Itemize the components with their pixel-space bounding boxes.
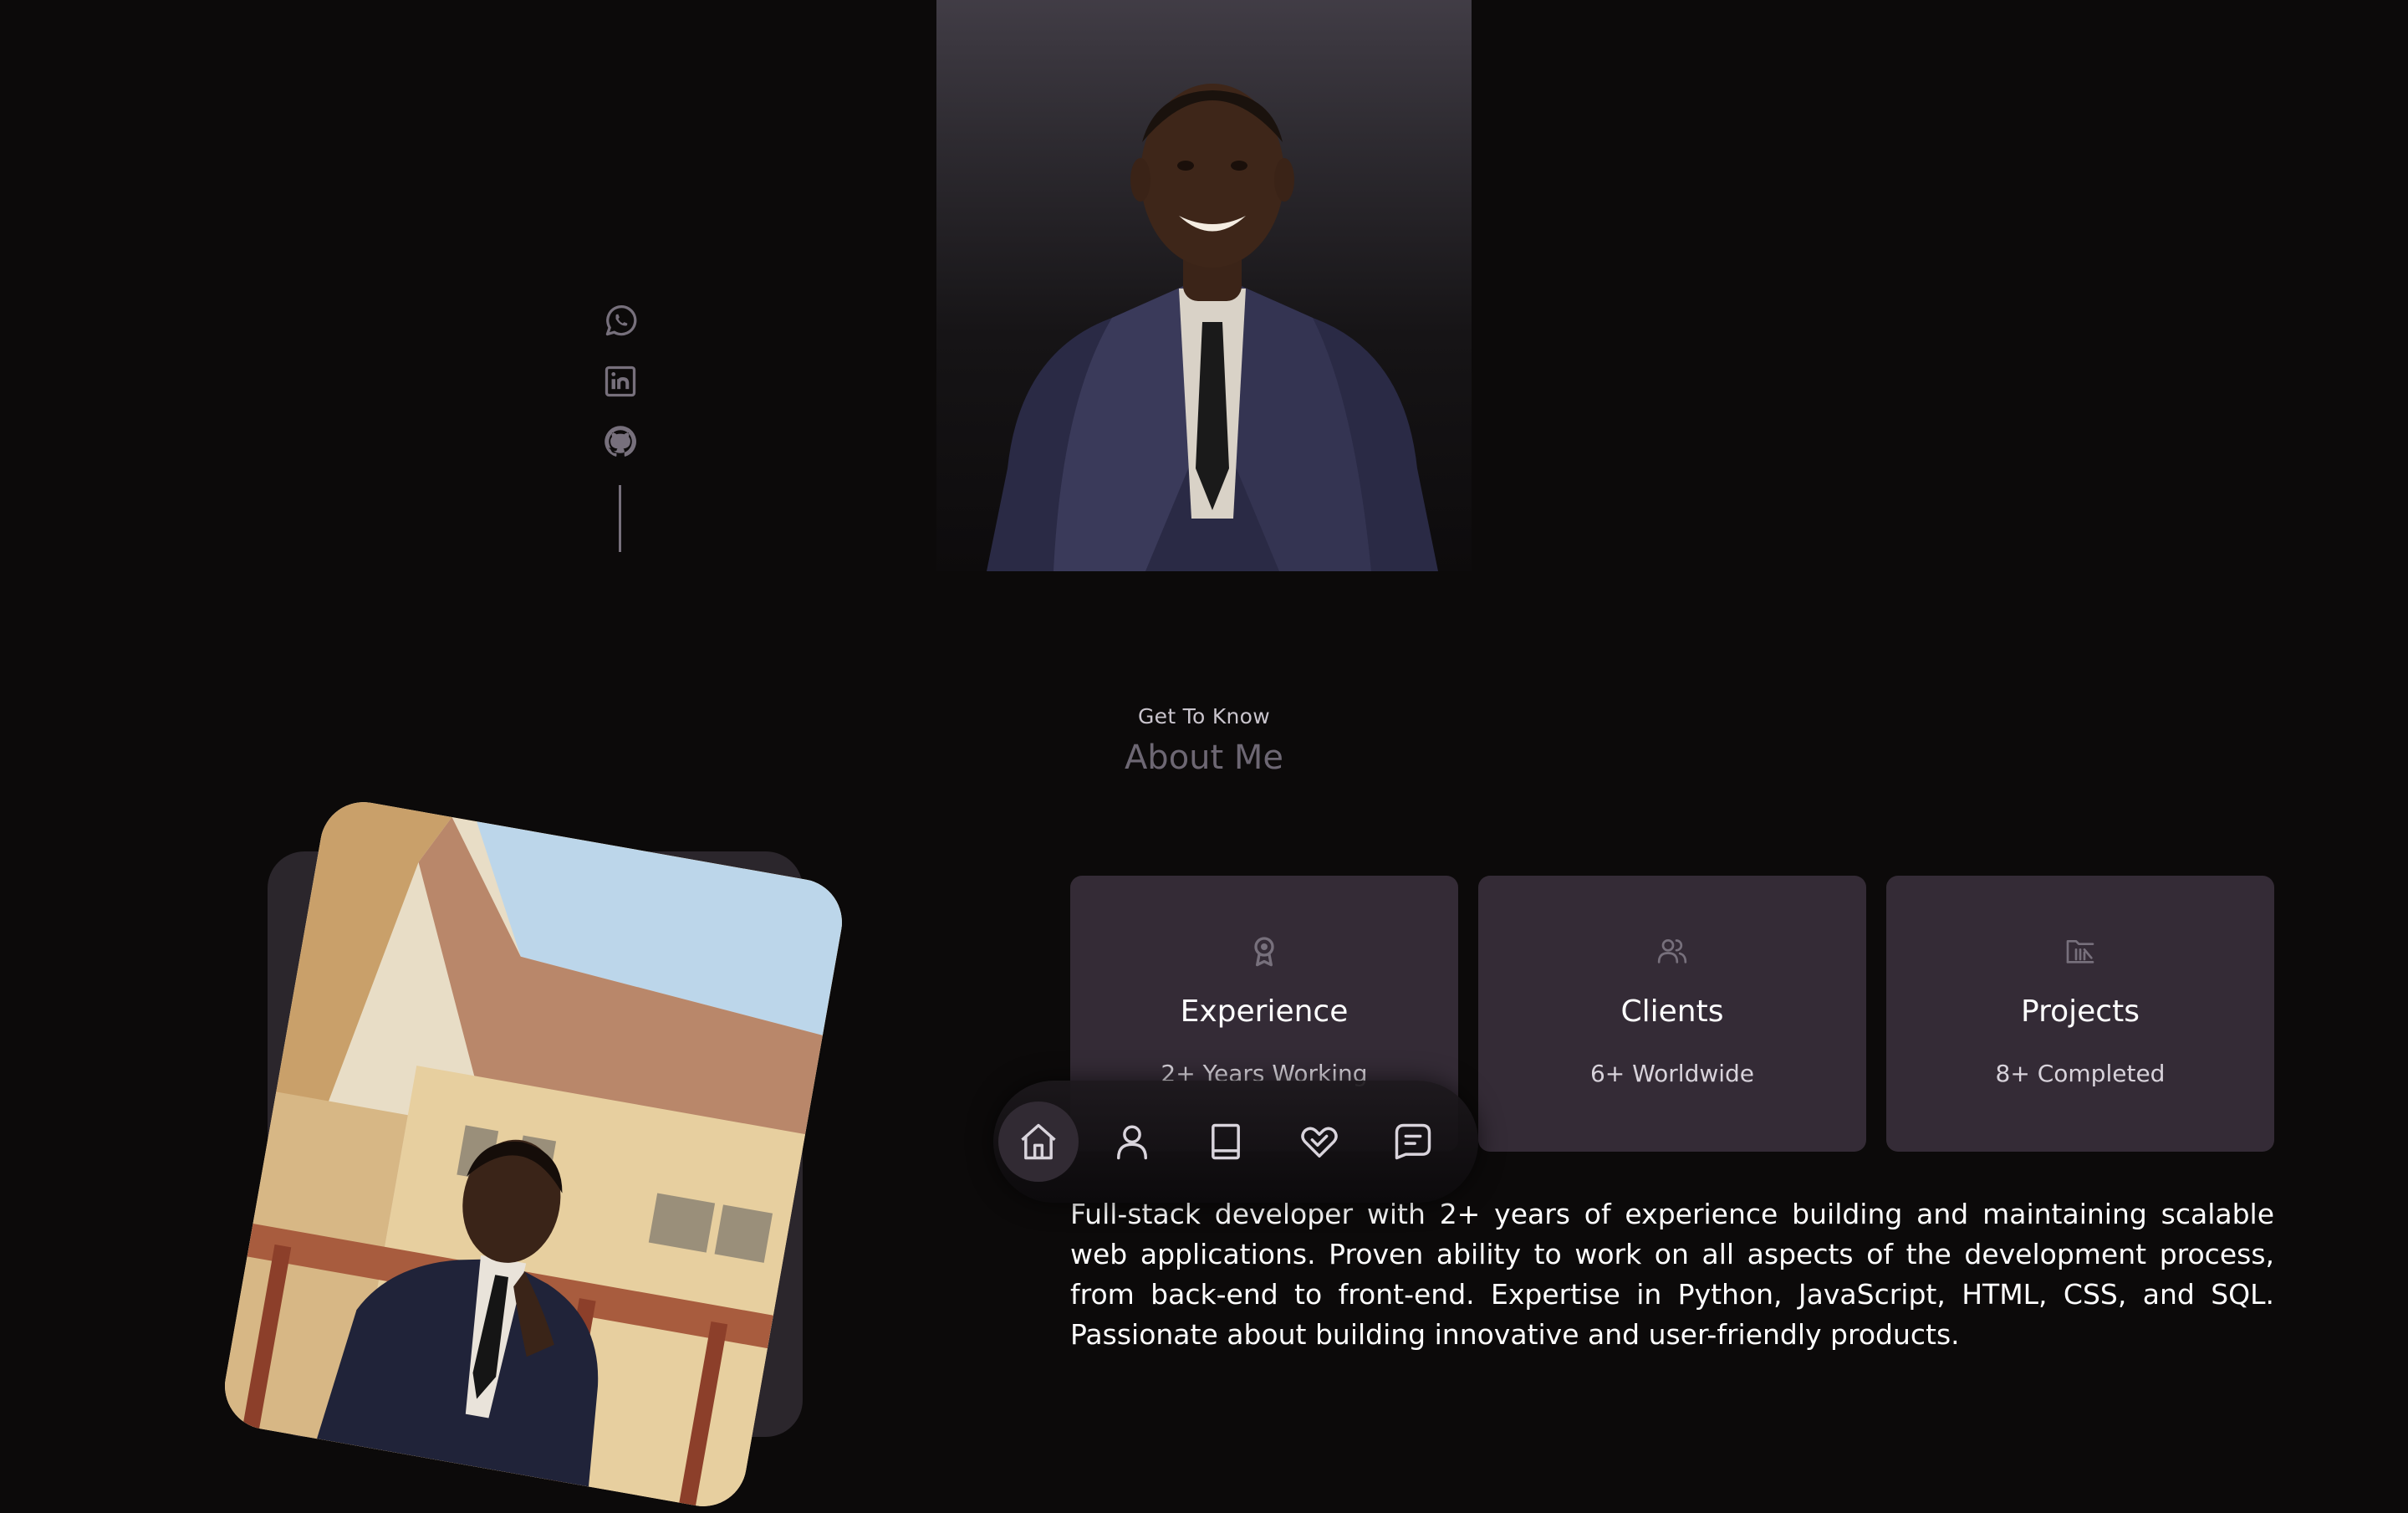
folder-icon — [2064, 934, 2097, 968]
card-title: Clients — [1620, 994, 1724, 1029]
book-icon — [1212, 1123, 1240, 1160]
user-icon — [1117, 1125, 1147, 1160]
section-title: About Me — [1124, 739, 1284, 777]
projects-card: Projects 8+ Completed — [1886, 876, 2274, 1152]
social-links — [602, 303, 642, 552]
github-icon — [605, 426, 636, 457]
nav-home-button[interactable] — [998, 1102, 1079, 1182]
nav-experience-button[interactable] — [1186, 1102, 1266, 1182]
about-photo — [217, 795, 849, 1513]
about-bio: Full-stack developer with 2+ years of ex… — [1070, 1198, 2274, 1351]
card-subtitle: 6+ Worldwide — [1589, 1060, 1755, 1087]
github-link[interactable] — [602, 423, 639, 460]
whatsapp-link[interactable] — [602, 303, 639, 340]
nav-about-button[interactable] — [1092, 1102, 1172, 1182]
hero-portrait-image — [987, 84, 1438, 571]
message-icon — [1395, 1123, 1431, 1160]
section-kicker: Get To Know — [1137, 704, 1271, 728]
hero-portrait-frame — [936, 0, 1472, 571]
home-icon — [1021, 1123, 1056, 1160]
card-title: Experience — [1180, 994, 1349, 1029]
nav-contact-button[interactable] — [1373, 1102, 1453, 1182]
clients-card: Clients 6+ Worldwide — [1478, 876, 1866, 1152]
users-icon — [1656, 934, 1689, 968]
card-title: Projects — [2021, 994, 2140, 1029]
nav-services-button[interactable] — [1279, 1102, 1360, 1182]
social-divider-line — [619, 485, 621, 552]
award-icon — [1247, 934, 1281, 968]
floating-nav — [993, 1081, 1478, 1203]
whatsapp-icon — [605, 305, 637, 336]
about-photo-image — [217, 795, 849, 1513]
linkedin-icon — [605, 365, 636, 397]
services-icon — [1301, 1127, 1338, 1158]
card-subtitle: 8+ Completed — [1995, 1060, 2166, 1087]
linkedin-link[interactable] — [602, 363, 639, 400]
